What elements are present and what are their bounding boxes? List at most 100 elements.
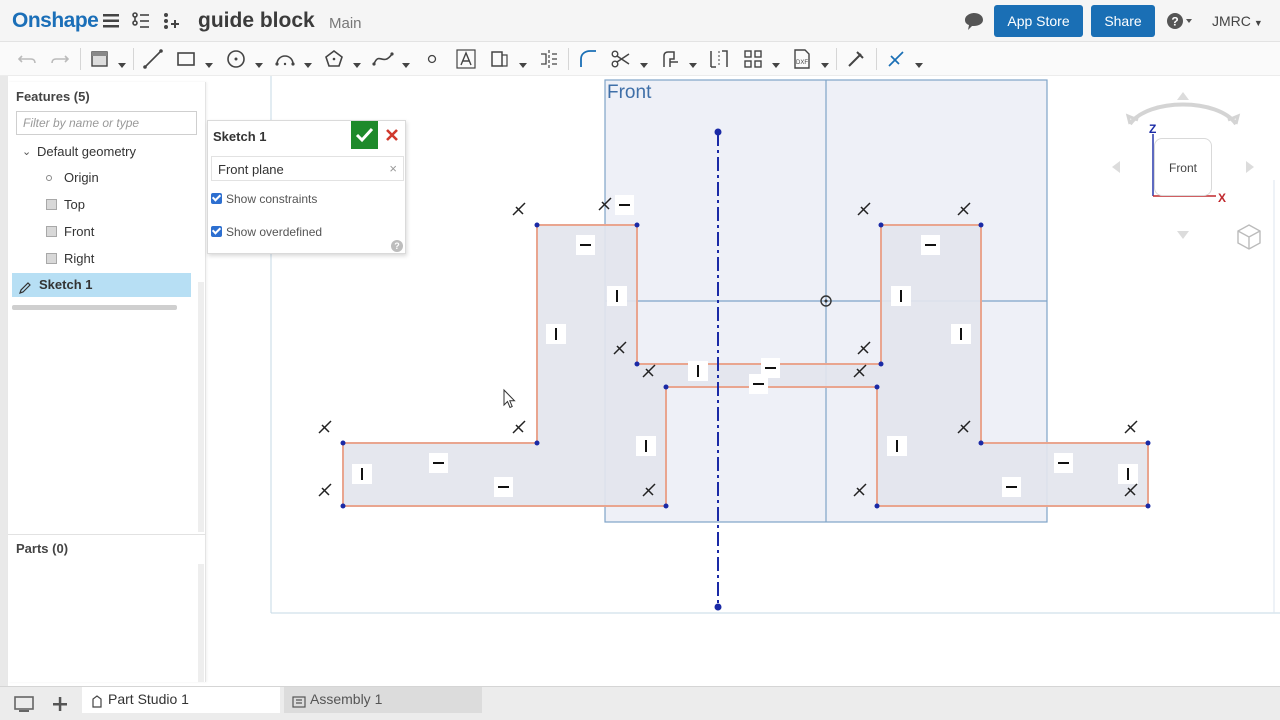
share-button[interactable]: Share [1091, 5, 1155, 37]
chevron-down-icon[interactable] [519, 56, 527, 68]
polygon-tool-icon[interactable] [322, 47, 346, 71]
tab-assembly-1[interactable]: Assembly 1 [284, 687, 482, 713]
fillet-tool-icon[interactable] [576, 47, 600, 71]
coincident-constraint-icons[interactable] [318, 197, 1138, 497]
rectangle-tool-icon[interactable] [174, 47, 198, 71]
view-cube-menu-icon[interactable] [1236, 223, 1262, 251]
chevron-down-icon[interactable] [255, 56, 263, 68]
trim-tool-icon[interactable] [609, 47, 633, 71]
help-icon[interactable]: ? [1166, 11, 1192, 31]
sketch-vertices[interactable] [340, 222, 1151, 509]
text-tool-icon[interactable] [454, 47, 478, 71]
tree-item-sketch-1[interactable]: Sketch 1 [12, 273, 191, 297]
point-tool-icon[interactable] [420, 47, 444, 71]
sketch-profile[interactable] [342, 224, 1149, 507]
user-menu[interactable]: JMRC ▼ [1212, 13, 1263, 29]
chevron-down-icon[interactable] [205, 56, 213, 68]
chevron-down-icon[interactable] [118, 56, 126, 68]
tree-item-front[interactable]: Front [12, 220, 191, 244]
vertical-scrollbar[interactable] [198, 564, 204, 682]
onshape-logo[interactable]: Onshape [12, 9, 99, 33]
chevron-down-icon[interactable] [402, 56, 410, 68]
construction-centerline[interactable] [714, 128, 722, 611]
chevron-down-icon[interactable] [915, 56, 923, 68]
pattern-tool-icon[interactable] [741, 47, 765, 71]
origin-marker[interactable] [820, 295, 832, 307]
sketch-plane-field[interactable]: Front plane × [211, 156, 404, 181]
add-tab-icon[interactable] [50, 694, 72, 714]
sketch-tools-icon[interactable] [88, 47, 112, 71]
top-bar: Onshape guide block Main App Store Share… [0, 0, 1280, 42]
arc-tool-icon[interactable] [273, 47, 297, 71]
toolbar-divider [133, 48, 134, 70]
comments-icon[interactable] [963, 12, 983, 32]
vertical-constraint-icons[interactable] [352, 286, 1138, 484]
clear-icon[interactable]: × [389, 161, 397, 176]
feature-filter-input[interactable]: Filter by name or type [16, 111, 197, 135]
accept-button[interactable] [351, 121, 378, 149]
plane-icon [46, 199, 57, 210]
transform-tool-icon[interactable] [707, 47, 731, 71]
chevron-down-icon[interactable]: ⌄ [22, 140, 31, 164]
version-history-icon[interactable] [131, 11, 151, 31]
sketch-plane-value: Front plane [218, 162, 284, 177]
horizontal-scrollbar[interactable] [12, 305, 177, 310]
front-plane[interactable] [604, 79, 1048, 523]
insert-feature-icon[interactable] [161, 11, 181, 31]
chevron-down-icon[interactable] [640, 56, 648, 68]
undo-icon[interactable] [15, 47, 39, 71]
tab-bar: Part Studio 1 Assembly 1 [0, 686, 1280, 720]
chevron-down-icon[interactable] [821, 56, 829, 68]
checkbox-checked-icon[interactable] [211, 226, 222, 237]
tree-item-right[interactable]: Right [12, 247, 191, 271]
constraint-tool-icon[interactable] [884, 47, 908, 71]
spline-tool-icon[interactable] [371, 47, 395, 71]
workspace-name[interactable]: Main [329, 15, 362, 32]
vertical-scrollbar[interactable] [198, 282, 204, 532]
hamburger-menu-icon[interactable] [101, 11, 121, 31]
tab-label: Part Studio 1 [108, 691, 189, 707]
redo-icon[interactable] [48, 47, 72, 71]
offset-tool-icon[interactable] [488, 47, 512, 71]
dxf-import-icon[interactable]: DXF [790, 47, 814, 71]
help-icon[interactable]: ? [391, 240, 403, 252]
feature-list-title: Features (5) [16, 89, 90, 104]
chevron-down-icon[interactable] [353, 56, 361, 68]
tree-item-label: Sketch 1 [39, 277, 93, 292]
horizontal-constraint-icons[interactable] [429, 195, 1073, 497]
sketch-dialog: Sketch 1 Front plane × Show constraints … [207, 120, 406, 254]
toolbar-divider [836, 48, 837, 70]
tab-part-studio-1[interactable]: Part Studio 1 [82, 687, 280, 713]
construction-tool-icon[interactable] [844, 47, 868, 71]
show-constraints-label: Show constraints [226, 192, 318, 206]
tree-item-label: Origin [64, 170, 99, 185]
chevron-down-icon[interactable] [772, 56, 780, 68]
plane-icon [46, 253, 57, 264]
mirror-tool-icon[interactable] [537, 47, 561, 71]
tree-item-label: Top [64, 197, 85, 212]
checkbox-checked-icon[interactable] [211, 193, 222, 204]
left-panel-frame [0, 76, 8, 686]
parts-list-title: Parts (0) [16, 541, 69, 556]
sketch-dialog-title: Sketch 1 [213, 129, 267, 144]
tree-item-label: Front [64, 224, 95, 239]
feature-list-panel: Features (5) Filter by name or type ⌄ De… [8, 82, 206, 682]
line-tool-icon[interactable] [141, 47, 165, 71]
circle-tool-icon[interactable] [224, 47, 248, 71]
tree-item-default-geometry[interactable]: ⌄ Default geometry [12, 140, 191, 164]
sketch-toolbar: DXF [0, 42, 1280, 76]
tab-manager-icon[interactable] [13, 694, 35, 714]
tree-item-origin[interactable]: Origin [12, 166, 191, 190]
app-store-button[interactable]: App Store [994, 5, 1083, 37]
cancel-button[interactable] [382, 125, 402, 145]
mouse-cursor-icon [503, 388, 516, 409]
show-constraints-checkbox[interactable]: Show constraints [211, 192, 317, 206]
show-overdefined-checkbox[interactable]: Show overdefined [211, 225, 322, 239]
chevron-down-icon[interactable] [689, 56, 697, 68]
tree-item-top[interactable]: Top [12, 193, 191, 217]
view-cube-front-face[interactable]: Front [1154, 138, 1212, 196]
chevron-down-icon[interactable] [304, 56, 312, 68]
use-tool-icon[interactable] [658, 47, 682, 71]
document-title[interactable]: guide block [198, 9, 315, 33]
show-overdefined-label: Show overdefined [226, 225, 323, 239]
